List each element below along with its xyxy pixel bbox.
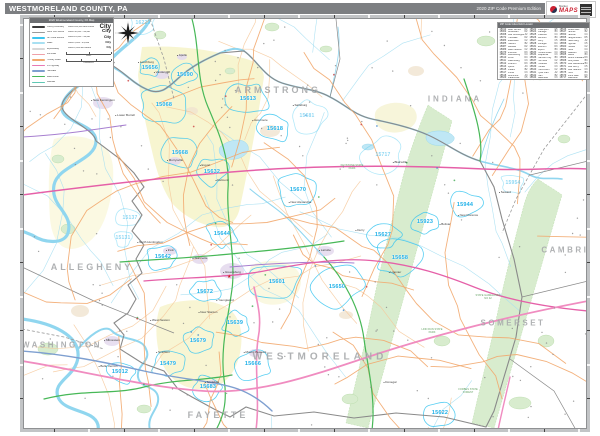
- county-seat-star-icon: ★: [227, 274, 232, 280]
- legend-swatch: [32, 53, 45, 56]
- legend-city-class-label: Cities 5,000 - 24,999: [67, 41, 90, 44]
- legend-label: Toll Road: [46, 53, 57, 56]
- zip-index-zip: 15717: [559, 76, 567, 79]
- compass-rose-icon: [115, 20, 141, 46]
- legend-row: Toll Road: [32, 52, 64, 57]
- legend-swatch: [32, 37, 45, 39]
- legend-city-class-label: Cities 25,000 - 49,999: [67, 36, 91, 39]
- legend-row: ZIP Code Boundary: [32, 36, 64, 41]
- legend-swatch: [32, 59, 45, 61]
- map-border-bottom: [20, 429, 590, 432]
- page-title: WESTMORELAND COUNTY, PA: [9, 4, 128, 13]
- legend-city-class-label: Cities 50,000 - 99,999: [67, 31, 91, 34]
- legend-label: US Highway: [46, 64, 60, 67]
- logo-brand-main: MAPS: [559, 7, 578, 14]
- legend-city-class-label: Cities 1,000 and Below: [67, 46, 92, 49]
- scale-bar-miles: Miles: [66, 51, 111, 58]
- legend-label: State Route: [46, 75, 59, 78]
- map-poster-page: WESTMORELAND COUNTY, PA 2020 ZIP Code Pr…: [0, 0, 600, 436]
- legend-swatch: [32, 42, 45, 45]
- legend-swatch: [32, 64, 45, 67]
- legend-row: State Route: [32, 74, 64, 79]
- legend-line-items: County Boundary Minor Civil Division ZIP C…: [32, 25, 64, 85]
- legend-panel: 2020 Westmoreland County, PA Map County …: [29, 17, 114, 87]
- legend-label: Interstate: [46, 70, 57, 73]
- legend-row: Minor Civil Division: [32, 30, 64, 35]
- zip-index-grid: B5: [584, 76, 588, 79]
- logo-badge: [579, 3, 592, 16]
- zip-index-name: Blairsville: [567, 77, 578, 79]
- legend-city-symbol: City: [101, 28, 111, 34]
- zip-index-name: Jeannette: [537, 77, 549, 79]
- legend-label: Water: [46, 42, 53, 45]
- zip-index-row: 15717 Blairsville B5: [559, 76, 588, 79]
- zip-index-zip: 15620: [499, 76, 507, 79]
- legend-swatch: [32, 31, 45, 33]
- zip-index-grid: C5: [524, 76, 528, 79]
- legend-city-symbol: City: [106, 45, 111, 49]
- legend-label: Railroad: [46, 81, 56, 84]
- legend-row: Primary Road: [32, 58, 64, 63]
- zip-index-grid: C3: [554, 76, 558, 79]
- zip-index-zip: 15644: [529, 76, 537, 79]
- legend-swatch: [32, 75, 45, 78]
- parks-group: [37, 22, 571, 428]
- legend-city-class-row: Cities 1,000 and Below City: [66, 45, 111, 50]
- edition-label: 2020 ZIP Code Premium Edition: [476, 6, 541, 11]
- legend-swatch: [32, 81, 45, 83]
- legend-row: US Highway: [32, 63, 64, 68]
- legend-city-class-label: Cities 100,000 and Above: [67, 26, 95, 29]
- zip-index-row: 15620 Bradenville C5: [499, 76, 528, 79]
- legend-label: Expressway: [46, 47, 59, 50]
- legend-row: Expressway: [32, 47, 64, 52]
- legend-row: Railroad: [32, 80, 64, 85]
- legend-row: Interstate: [32, 69, 64, 74]
- scale-bar-km: Kilometers: [66, 59, 111, 65]
- legend-swatch: [32, 26, 45, 28]
- header-bar: WESTMORELAND COUNTY, PA 2020 ZIP Code Pr…: [5, 3, 545, 14]
- legend-city-classes: Cities 100,000 and Above City Cities 50,00…: [66, 24, 111, 51]
- scale-miles-label: Miles: [86, 54, 92, 57]
- scale-km-label: Kilometers: [83, 62, 94, 65]
- legend-swatch: [32, 70, 45, 72]
- zip-index-panel: ZIP Code Index/Grid Locator 15012 Belle V…: [497, 22, 590, 80]
- legend-label: County Boundary: [46, 25, 65, 28]
- legend-label: Primary Road: [46, 58, 61, 61]
- zip-index-name: Bradenville: [507, 77, 520, 79]
- legend-label: ZIP Code Boundary: [46, 36, 65, 39]
- zip-index-row: 15644 Jeannette C3: [529, 76, 558, 79]
- globe-icon: [550, 6, 558, 13]
- legend-city-symbol: City: [105, 40, 111, 45]
- legend-row: County Boundary: [32, 25, 64, 30]
- legend-label: Minor Civil Division: [46, 31, 65, 34]
- legend-row: Water: [32, 41, 64, 46]
- legend-city-symbol: City: [103, 34, 111, 39]
- zip-index-rows: 15012 Belle Vernon D2 15062 Monessen D2 15068 N…: [498, 28, 589, 79]
- legend-swatch: [32, 48, 45, 50]
